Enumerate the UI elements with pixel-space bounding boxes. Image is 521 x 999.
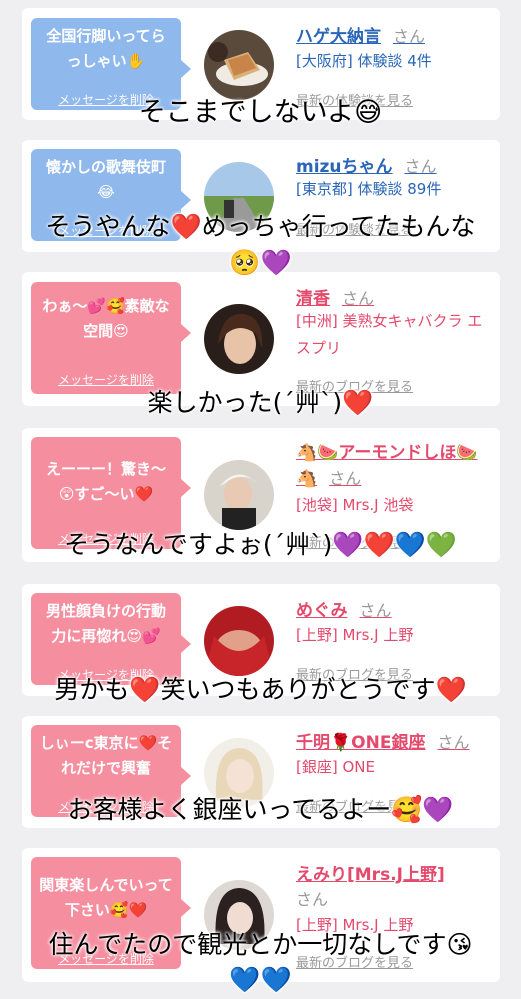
user-name-link[interactable]: ハゲ大納言 さん — [296, 22, 425, 47]
user-meta: [中洲] 美熟女キャバクラ エスプリ — [296, 312, 483, 357]
honorific: さん — [329, 469, 362, 488]
user-name: 清香 — [296, 289, 330, 309]
overlay-caption: お客様よく銀座いってるよー🥰💜 — [67, 795, 454, 824]
avatar[interactable] — [204, 606, 274, 676]
overlay-caption: 🥺💜 — [229, 248, 292, 277]
message-text: えーーー！驚き〜😲すご〜い❤️ — [45, 460, 166, 503]
woman-cap-photo-icon — [204, 460, 274, 530]
user-name: 🐴🍉アーモンドしほ🍉🐴 — [296, 443, 478, 489]
overlay-caption: 住んでたので観光とか一切なしです😘 — [48, 930, 473, 959]
message-text: 全国行脚いってらっしゃい✋ — [46, 27, 166, 70]
overlay-caption: そうなんですよぉ(´艸`)💜❤️💙💚 — [64, 530, 457, 559]
user-meta: [上野] Mrs.J 上野 — [296, 626, 414, 644]
message-text: 関東楽しんでいって下さい🥰❤️ — [39, 876, 173, 919]
avatar[interactable] — [204, 304, 274, 374]
overlay-caption: そうやんな❤️めっちゃ行ってたもんな — [45, 212, 476, 241]
honorific: さん — [404, 157, 437, 176]
honorific: さん — [342, 289, 375, 308]
message-bubble: わぁ〜💕🥰素敵な空間😍 メッセージを削除 — [31, 282, 191, 394]
honorific: さん — [393, 27, 426, 46]
message-card: わぁ〜💕🥰素敵な空間😍 メッセージを削除 清香 さん [中洲] 美熟女キャバクラ … — [22, 272, 500, 406]
user-meta: [大阪府] 体験談 4件 — [296, 52, 432, 70]
user-meta: [銀座] ONE — [296, 758, 375, 776]
user-name-link[interactable]: えみり[Mrs.J上野] — [296, 860, 445, 885]
user-name-link[interactable]: 千明🌹ONE銀座 さん — [296, 728, 469, 753]
user-name-link[interactable]: 清香 さん — [296, 284, 374, 309]
user-name: めぐみ — [296, 601, 348, 621]
message-text: わぁ〜💕🥰素敵な空間😍 — [42, 297, 170, 340]
message-card: 関東楽しんでいって下さい🥰❤️ メッセージを削除 えみり[Mrs.J上野] さん… — [22, 848, 500, 982]
overlay-caption: そこまでしないよ😅 — [138, 97, 383, 128]
user-name-link[interactable]: 🐴🍉アーモンドしほ🍉🐴 さん — [296, 440, 496, 492]
avatar[interactable] — [204, 30, 274, 100]
user-name: mizuちゃん — [296, 157, 393, 177]
message-bubble: 男性顔負けの行動力に再惚れ😍💕 メッセージを削除 — [31, 593, 191, 685]
user-name: 千明🌹ONE銀座 — [296, 733, 426, 753]
message-text: 男性顔負けの行動力に再惚れ😍💕 — [45, 602, 166, 645]
overlay-caption: 💙💙 — [229, 965, 292, 994]
red-dress-photo-icon — [204, 606, 274, 676]
user-meta: [池袋] Mrs.J 池袋 — [296, 496, 414, 514]
user-name: えみり[Mrs.J上野] — [296, 865, 445, 885]
user-name: ハゲ大納言 — [296, 27, 381, 47]
woman-photo-icon — [204, 304, 274, 374]
avatar[interactable] — [204, 460, 274, 530]
honorific: さん — [437, 733, 470, 752]
user-meta: [東京都] 体験談 89件 — [296, 180, 442, 198]
user-name-link[interactable]: mizuちゃん さん — [296, 152, 437, 177]
honorific: さん — [296, 890, 329, 909]
coffee-sandwich-photo-icon — [204, 30, 274, 100]
user-name-link[interactable]: めぐみ さん — [296, 596, 392, 621]
honorific: さん — [359, 601, 392, 620]
overlay-caption: 楽しかった(´艸`)❤️ — [147, 388, 374, 417]
overlay-caption: 男かも❤️笑いつもありがとうです❤️ — [54, 675, 467, 704]
message-text: しぃーc東京に❤️それだけで興奮 — [39, 734, 173, 777]
message-text: 懐かしの歌舞伎町😂 — [45, 158, 166, 201]
